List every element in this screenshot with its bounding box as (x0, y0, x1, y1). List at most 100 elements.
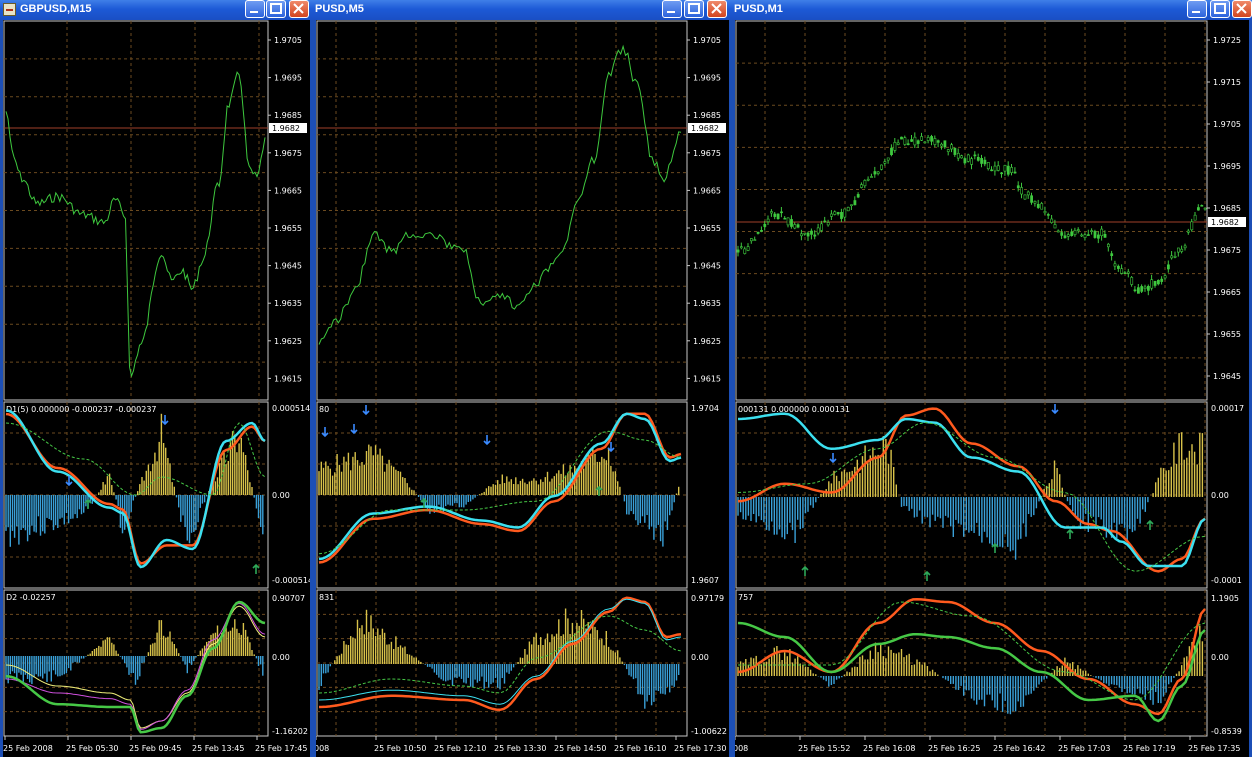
candle-body (883, 161, 887, 164)
time-axis-label: 25 Feb 15:52 (798, 744, 850, 753)
indicator-2-min: -0.8539 (1211, 727, 1242, 736)
price-axis-label: 1.9695 (1213, 162, 1241, 171)
price-axis-label: 1.9725 (1213, 36, 1241, 45)
close-button[interactable] (707, 0, 727, 18)
maximize-icon (270, 3, 282, 14)
maximize-button[interactable] (1210, 0, 1230, 18)
price-axis-label: 1.9685 (274, 111, 302, 120)
time-axis-label: 25 Feb 16:42 (993, 744, 1045, 753)
candle-body (1186, 230, 1190, 233)
minimize-button[interactable] (245, 0, 265, 18)
price-axis-label: 1.9655 (1213, 330, 1241, 339)
window-title: PUSD,M5 (315, 3, 364, 15)
maximize-button[interactable] (266, 0, 286, 18)
candle-body (910, 139, 914, 142)
chart-window-gbpusd-m15[interactable]: GBPUSD,M15 1.9705 1.9695 1.9685 1.9675 1.966… (0, 0, 313, 757)
candle-body (896, 142, 900, 145)
candle-body (1010, 167, 1014, 173)
price-axis-label: 1.9645 (693, 262, 721, 271)
minimize-button[interactable] (1187, 0, 1207, 18)
candle-body (856, 194, 860, 198)
close-button[interactable] (1232, 0, 1252, 18)
candle-body (980, 158, 984, 164)
time-axis-label: 25 Feb 14:50 (554, 744, 606, 753)
window-title: PUSD,M1 (734, 3, 783, 15)
price-line (5, 71, 266, 378)
price-axis-label: 1.9655 (693, 224, 721, 233)
candle-body (1096, 234, 1100, 239)
chart-area[interactable]: 1.9705 1.9695 1.9685 1.9675 1.9665 1.9655 1.96… (3, 20, 310, 757)
price-axis-label: 1.9635 (274, 299, 302, 308)
candle-body (926, 137, 930, 141)
candle-body (1170, 255, 1174, 259)
candle-body (890, 147, 893, 156)
close-icon (293, 3, 304, 14)
candle-body (1123, 272, 1127, 274)
signal-arrow-up-icon (252, 563, 260, 574)
candle-body (1023, 194, 1027, 200)
chart-window-pusd-m5[interactable]: PUSD,M5 1.9705 1.9695 1.9685 1.9675 1.9665 1.… (313, 0, 732, 757)
candle-body (1066, 234, 1070, 237)
pane-border (735, 20, 1208, 401)
price-axis-label: 1.9625 (693, 337, 721, 346)
time-axis-label: 25 Feb 16:10 (614, 744, 666, 753)
candle-body (1056, 230, 1060, 233)
candle-body (780, 211, 783, 214)
price-axis-label: 1.9645 (1213, 372, 1241, 381)
close-icon (1236, 3, 1247, 14)
candle-body (1113, 263, 1117, 267)
candle-body (820, 223, 823, 231)
chart-canvas[interactable]: 1.9705 1.9695 1.9685 1.9675 1.9665 1.9655 1.96… (316, 20, 729, 757)
chart-canvas[interactable]: 1.9725 1.9715 1.9705 1.9695 1.9685 1.9675 1.96… (735, 20, 1249, 757)
signal-arrow-down-icon (483, 435, 491, 446)
title-bar[interactable]: GBPUSD,M15 (0, 0, 313, 20)
candle-body (963, 158, 967, 164)
price-axis-label: 1.9685 (1213, 204, 1241, 213)
time-axis-label: 25 Feb 17:19 (1123, 744, 1175, 753)
candle-body (983, 159, 987, 165)
candle-body (1190, 221, 1194, 231)
indicator-1-min: -0.0001 (1211, 576, 1242, 585)
candle-body (876, 171, 880, 174)
candle-body (1120, 268, 1124, 274)
price-axis-label: 1.9665 (274, 186, 302, 195)
candle-body (1200, 205, 1204, 207)
candle-body (863, 180, 867, 187)
time-axis-label: 25 Feb 09:45 (129, 744, 181, 753)
maximize-button[interactable] (684, 0, 704, 18)
chart-canvas[interactable]: 1.9705 1.9695 1.9685 1.9675 1.9665 1.9655 1.96… (3, 20, 310, 757)
time-axis-label: 25 Feb 2008 (3, 744, 53, 753)
candle-body (1100, 228, 1104, 237)
candle-body (970, 158, 974, 165)
chart-window-pusd-m1[interactable]: PUSD,M1 1.9725 1.9715 1.9705 1.9695 1.9685 1.… (732, 0, 1252, 757)
minimize-button[interactable] (662, 0, 682, 18)
chart-area[interactable]: 1.9725 1.9715 1.9705 1.9695 1.9685 1.9675 1.96… (735, 20, 1249, 757)
candle-body (873, 171, 877, 175)
candle-body (1156, 279, 1160, 285)
title-bar[interactable]: PUSD,M1 (732, 0, 1252, 20)
close-button[interactable] (289, 0, 309, 18)
candle-body (1073, 230, 1077, 235)
candle-body (853, 200, 857, 206)
candle-body (766, 218, 770, 223)
price-axis-label: 1.9665 (1213, 288, 1241, 297)
candle-body (1036, 204, 1040, 208)
indicator-1-fast-line (737, 412, 1206, 568)
candle-body (736, 249, 740, 253)
title-bar[interactable]: PUSD,M5 (313, 0, 732, 20)
candle-body (976, 157, 980, 161)
candle-body (1086, 234, 1090, 236)
price-axis-label: 1.9635 (693, 299, 721, 308)
candle-body (1060, 232, 1064, 236)
candle-body (903, 137, 907, 145)
time-axis-label: 25 Feb 17:45 (255, 744, 307, 753)
price-axis-label: 1.9625 (274, 337, 302, 346)
candle-body (866, 178, 870, 181)
candle-body (1110, 253, 1114, 257)
time-axis-label: 25 Feb 13:30 (494, 744, 546, 753)
candle-body (793, 224, 797, 229)
time-axis-label: 25 Feb 13:45 (192, 744, 244, 753)
candle-body (946, 149, 950, 152)
time-axis-label: 25 Feb 16:25 (928, 744, 980, 753)
chart-area[interactable]: 1.9705 1.9695 1.9685 1.9675 1.9665 1.9655 1.96… (316, 20, 729, 757)
